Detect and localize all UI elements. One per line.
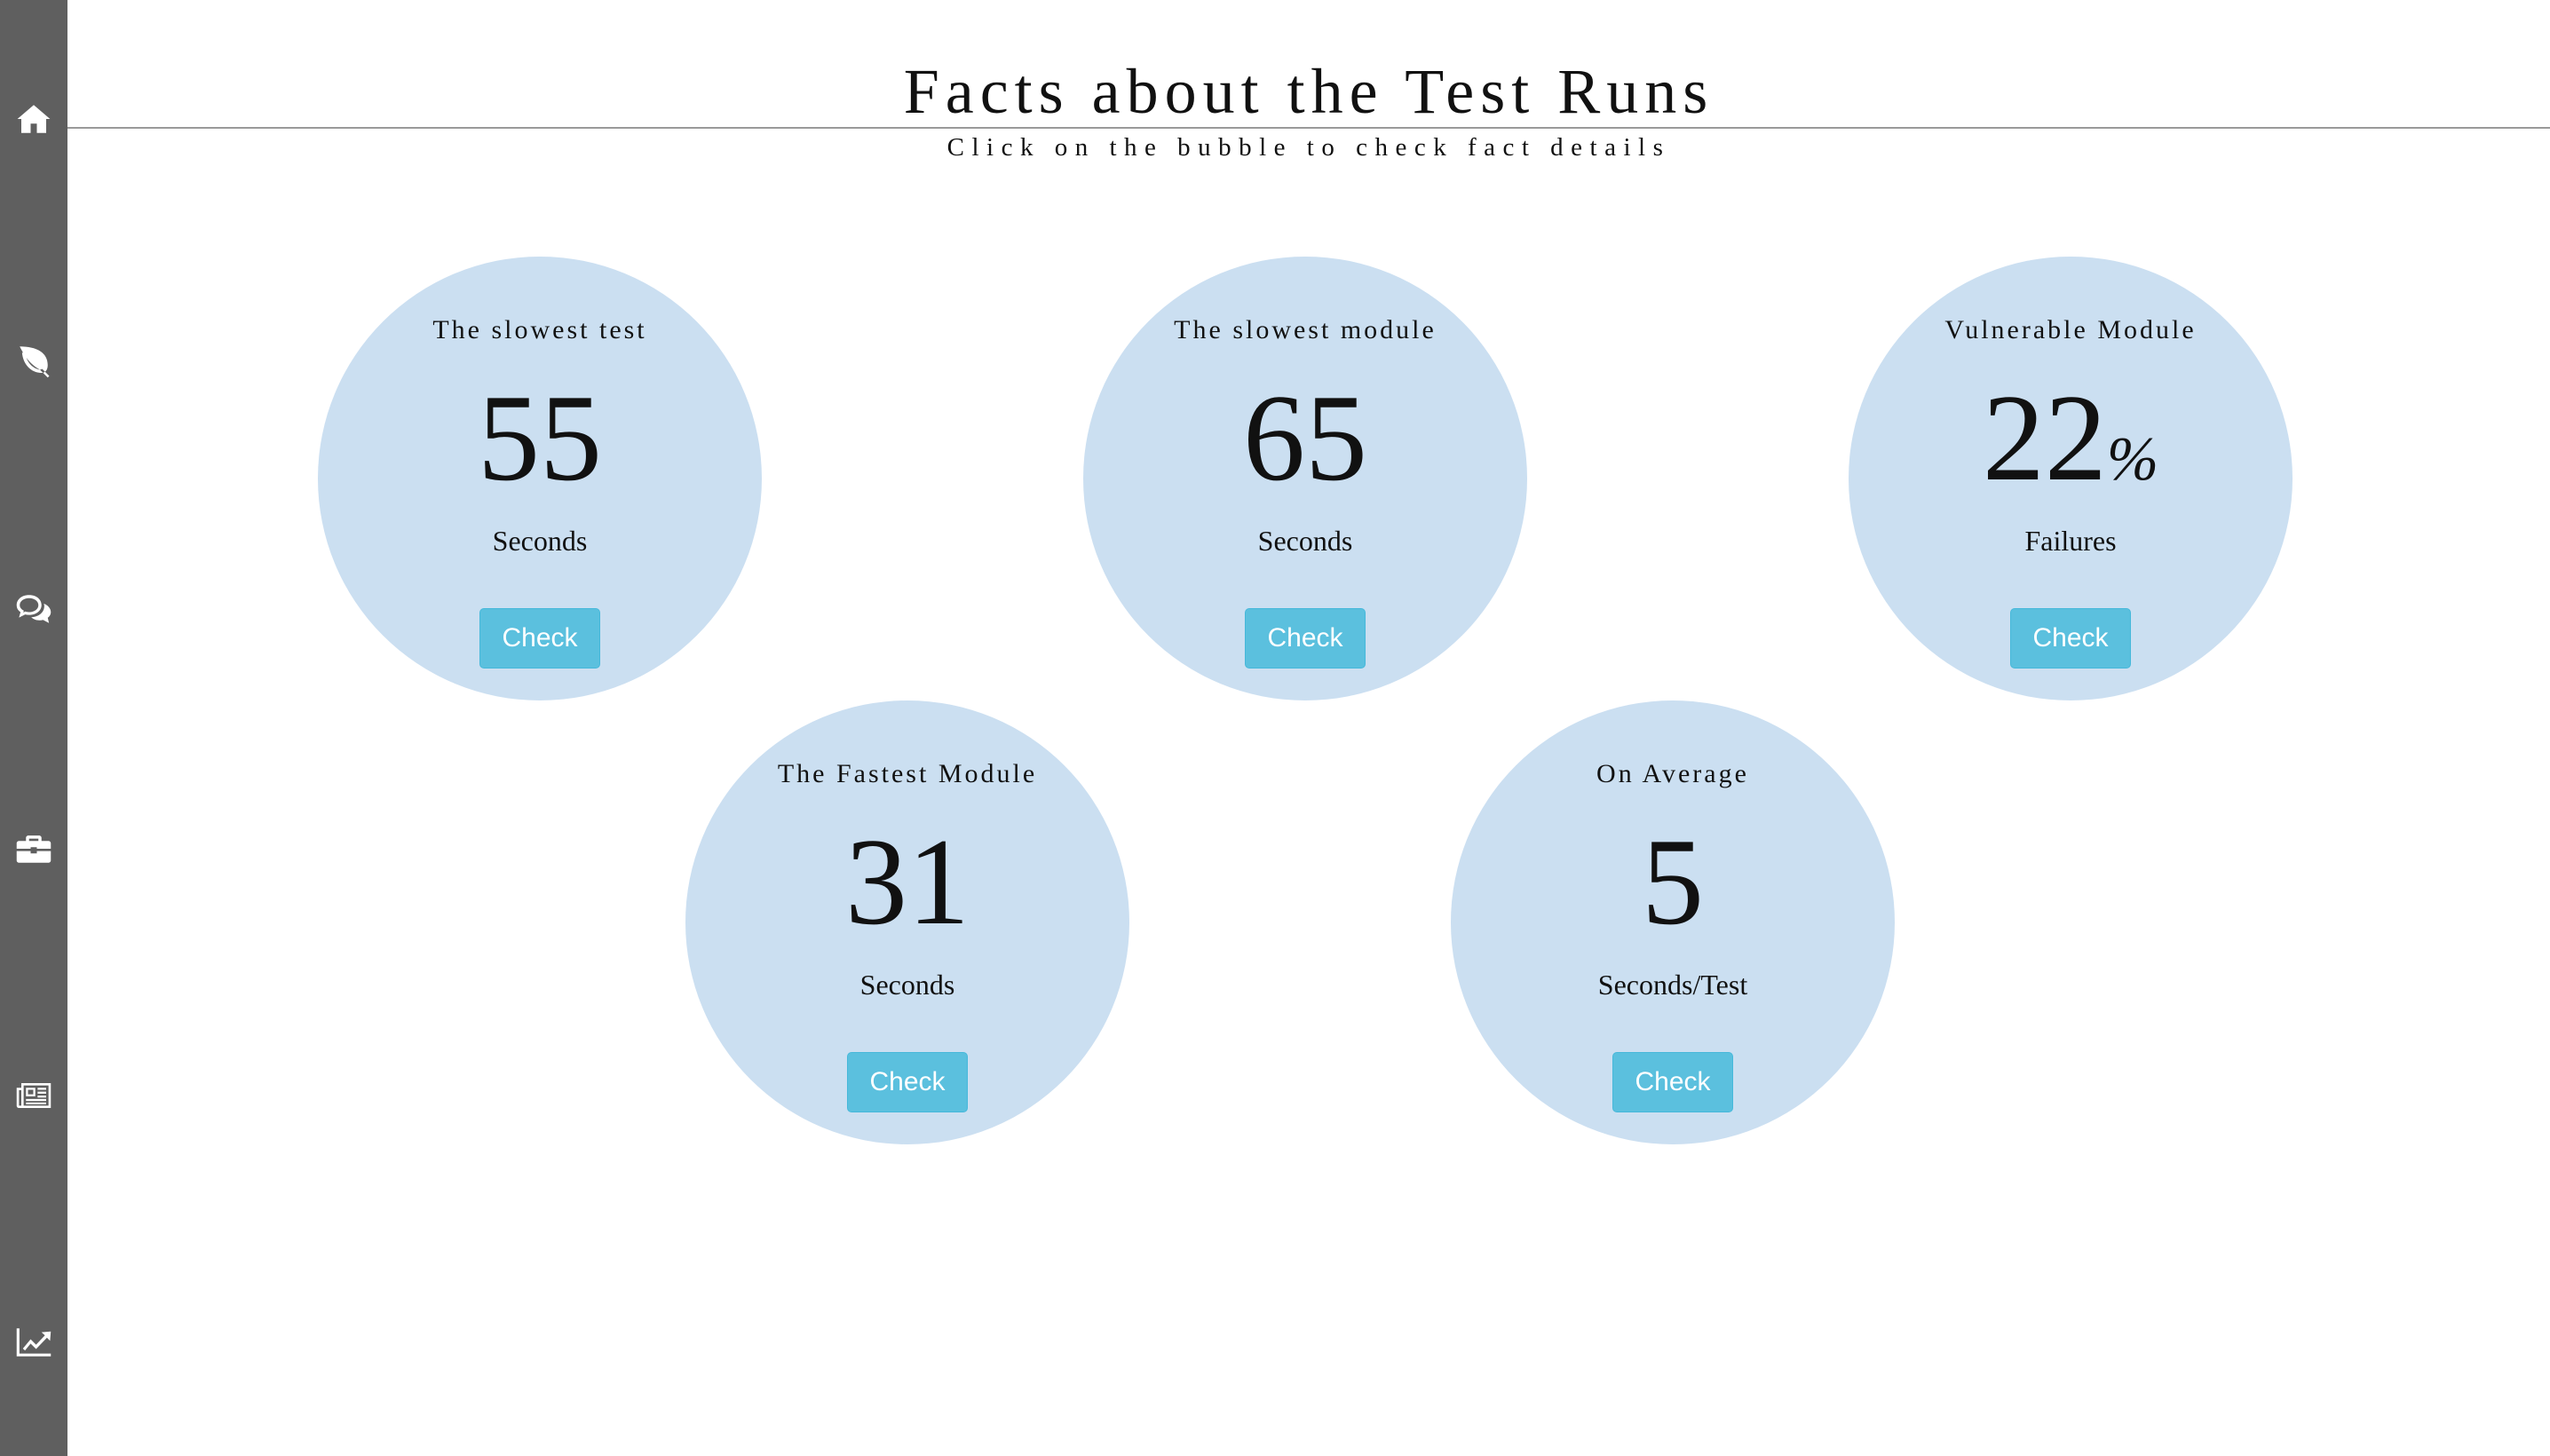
fact-bubble-on-average[interactable]: On Average 5 Seconds/Test Check	[1451, 700, 1895, 1144]
line-chart-icon	[16, 1328, 51, 1357]
percent-unit: %	[2106, 425, 2159, 494]
fact-label: Seconds	[492, 525, 588, 557]
fact-label: Seconds	[1257, 525, 1353, 557]
fact-value: 31	[845, 813, 970, 951]
nav-briefcase[interactable]	[0, 815, 67, 882]
title-divider	[67, 127, 2550, 129]
fact-bubble-slowest-module[interactable]: The slowest module 65 Seconds Check	[1083, 257, 1527, 700]
newspaper-icon	[16, 1083, 51, 1108]
check-button[interactable]: Check	[479, 608, 600, 669]
check-button[interactable]: Check	[1612, 1052, 1733, 1112]
fact-value: 22%	[1982, 369, 2159, 507]
home-icon	[17, 105, 51, 133]
fact-title: The slowest test	[432, 315, 647, 344]
nav-comments[interactable]	[0, 575, 67, 643]
briefcase-icon	[16, 835, 51, 863]
fact-title: The Fastest Module	[777, 759, 1038, 788]
fact-bubble-slowest-test[interactable]: The slowest test 55 Seconds Check	[318, 257, 762, 700]
fact-label: Seconds	[859, 969, 955, 1001]
fact-title: On Average	[1596, 759, 1749, 788]
page-title: Facts about the Test Runs	[903, 56, 1715, 127]
check-button[interactable]: Check	[2010, 608, 2131, 669]
main-content: Facts about the Test Runs Click on the b…	[67, 0, 2550, 1456]
fact-label: Failures	[2024, 525, 2117, 557]
fact-value: 5	[1642, 813, 1704, 951]
fact-title: The slowest module	[1174, 315, 1437, 344]
fact-title: Vulnerable Module	[1944, 315, 2197, 344]
check-button[interactable]: Check	[847, 1052, 968, 1112]
nav-leaf[interactable]	[0, 327, 67, 394]
comments-icon	[16, 595, 51, 623]
leaf-icon	[20, 346, 50, 378]
fact-bubble-fastest-module[interactable]: The Fastest Module 31 Seconds Check	[685, 700, 1129, 1144]
sidebar	[0, 0, 67, 1456]
check-button[interactable]: Check	[1245, 608, 1366, 669]
fact-label: Seconds/Test	[1597, 969, 1748, 1001]
nav-newspaper[interactable]	[0, 1062, 67, 1129]
page-subtitle: Click on the bubble to check fact detail…	[946, 133, 1671, 162]
nav-home[interactable]	[0, 85, 67, 153]
nav-line-chart[interactable]	[0, 1309, 67, 1376]
fact-bubble-vulnerable-module[interactable]: Vulnerable Module 22% Failures Check	[1849, 257, 2293, 700]
fact-value: 65	[1243, 369, 1367, 507]
fact-value: 55	[478, 369, 602, 507]
